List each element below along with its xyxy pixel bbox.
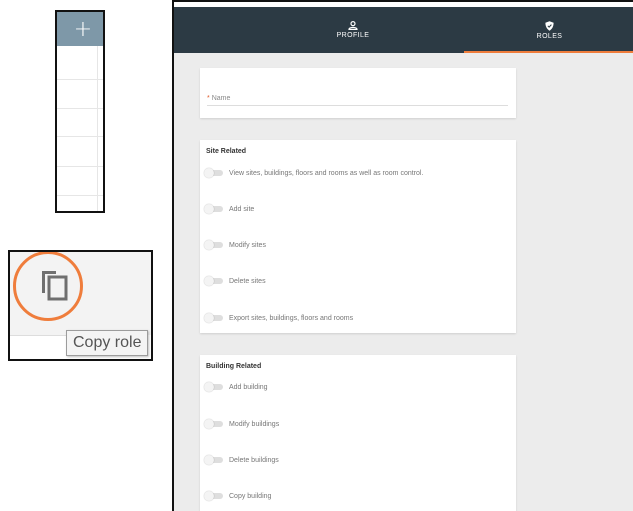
section-title: Site Related: [206, 148, 247, 155]
user-icon: [348, 21, 358, 30]
permission-toggle[interactable]: [204, 382, 223, 392]
copy-role-tooltip: Copy role: [66, 330, 149, 356]
permission-delete-sites[interactable]: Delete sites: [204, 275, 266, 287]
tab-label: PROFILE: [336, 32, 370, 39]
permission-toggle[interactable]: [204, 313, 223, 323]
permission-label: Export sites, buildings, floors and room…: [229, 314, 354, 322]
name-card: * Name: [200, 68, 516, 118]
permission-toggle[interactable]: [204, 240, 223, 250]
required-marker: *: [207, 95, 210, 102]
permission-label: Delete sites: [229, 277, 266, 285]
tab-label: ROLES: [536, 32, 563, 40]
add-role-button[interactable]: +: [63, 17, 103, 42]
tab-bar: PROFILE ROLES: [174, 7, 633, 53]
permission-toggle[interactable]: [204, 455, 223, 465]
name-field[interactable]: * Name: [207, 92, 508, 106]
permission-view-sites[interactable]: View sites, buildings, floors and rooms …: [204, 167, 424, 179]
table-header: +: [57, 12, 103, 46]
permission-add-building[interactable]: Add building: [204, 381, 268, 393]
permission-delete-buildings[interactable]: Delete buildings: [204, 454, 279, 466]
permission-copy-building[interactable]: Copy building: [204, 490, 272, 502]
permission-toggle[interactable]: [204, 168, 223, 178]
table-row: [10, 335, 70, 359]
permission-modify-sites[interactable]: Modify sites: [204, 239, 266, 251]
permission-modify-buildings[interactable]: Modify buildings: [204, 418, 280, 430]
name-placeholder: Name: [211, 95, 231, 102]
tab-profile[interactable]: PROFILE: [288, 7, 418, 53]
section-title: Building Related: [206, 363, 262, 370]
permission-label: Modify sites: [229, 241, 266, 249]
permission-label: Copy building: [229, 492, 272, 500]
shield-icon: [545, 20, 554, 31]
copy-role-button[interactable]: [13, 252, 83, 321]
column-divider: [97, 46, 98, 211]
permission-add-site[interactable]: Add site: [204, 203, 255, 215]
permission-toggle[interactable]: [204, 204, 223, 214]
site-related-card: Site Related View sites, buildings, floo…: [200, 140, 516, 333]
copy-role-inset: Copy role: [8, 250, 153, 361]
permission-toggle[interactable]: [204, 276, 223, 286]
permission-label: Add building: [229, 383, 268, 391]
building-related-card: Building Related Add building Modify bui…: [200, 355, 516, 511]
permission-label: Delete buildings: [229, 456, 279, 464]
roles-table-inset: +: [55, 10, 105, 213]
permission-label: View sites, buildings, floors and rooms …: [229, 169, 424, 177]
copy-icon: [42, 271, 68, 301]
active-tab-indicator: [464, 51, 633, 53]
tab-roles[interactable]: ROLES: [464, 7, 633, 53]
permission-label: Modify buildings: [229, 420, 280, 428]
role-editor-window: PROFILE ROLES * Name Site Related View s…: [172, 0, 633, 511]
permission-toggle[interactable]: [204, 419, 223, 429]
permission-label: Add site: [229, 205, 255, 213]
permission-export-sites[interactable]: Export sites, buildings, floors and room…: [204, 312, 354, 324]
permission-toggle[interactable]: [204, 491, 223, 501]
